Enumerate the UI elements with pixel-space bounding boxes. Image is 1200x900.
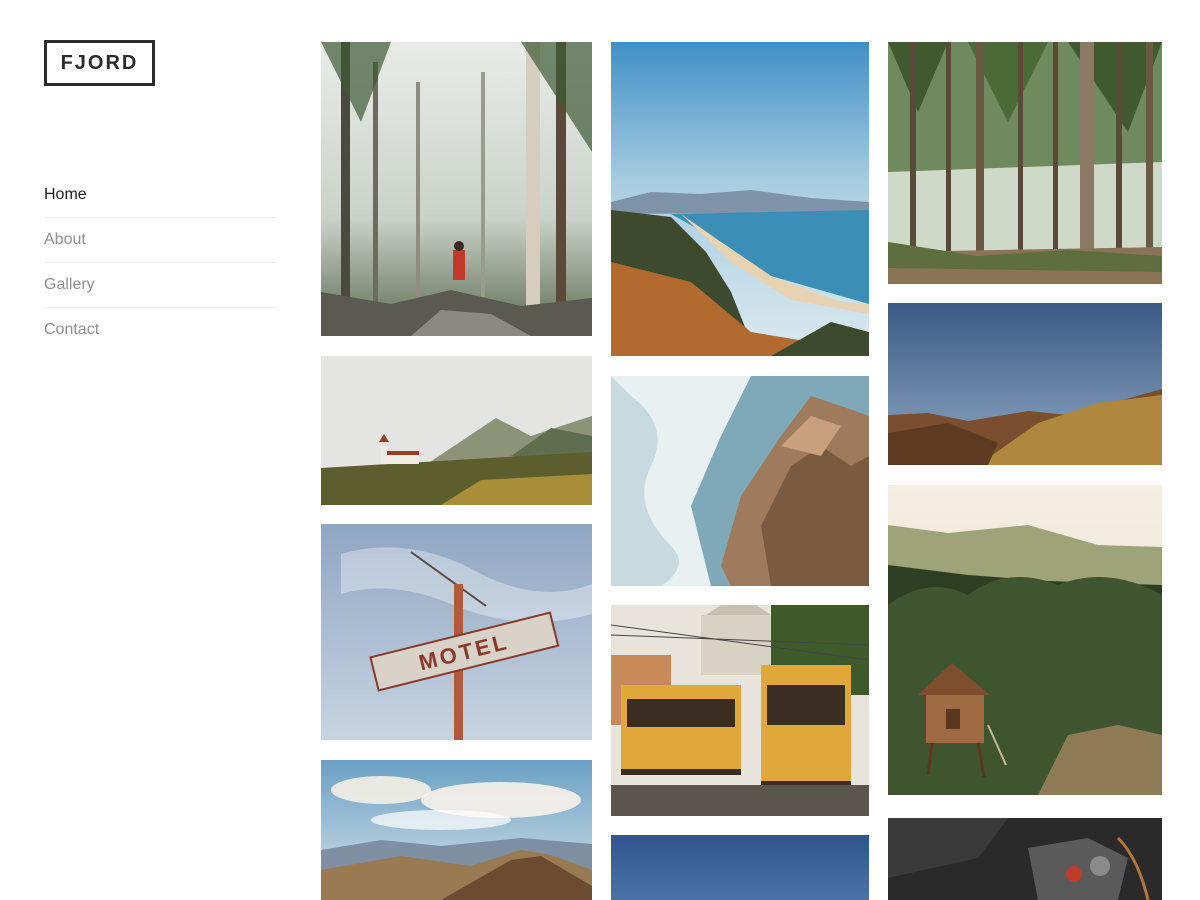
nav-item-gallery[interactable]: Gallery (44, 263, 277, 308)
gallery-photo-church-mountains[interactable] (321, 356, 592, 505)
nav-item-home[interactable]: Home (44, 173, 277, 218)
gallery-photo-mountain-range-clouds[interactable] (321, 760, 592, 900)
main-nav: Home About Gallery Contact (44, 173, 277, 352)
gallery-photo-misty-forest-hiker[interactable] (321, 42, 592, 336)
site-logo[interactable]: FJORD (44, 40, 155, 86)
gallery-photo-pine-forest[interactable] (888, 42, 1162, 284)
gallery-photo-coastal-beach-cliff[interactable] (611, 42, 869, 356)
gallery-photo-ocean-waves-rocks[interactable] (611, 376, 869, 586)
nav-item-contact[interactable]: Contact (44, 308, 277, 352)
gallery-photo-camera-closeup[interactable] (888, 818, 1162, 900)
nav-item-about[interactable]: About (44, 218, 277, 263)
gallery-photo-motel-sign[interactable]: MOTEL (321, 524, 592, 740)
gallery-photo-forest-hill-cabin[interactable] (888, 485, 1162, 795)
gallery-photo-yellow-trams[interactable] (611, 605, 869, 816)
gallery-photo-blue-sky[interactable] (611, 835, 869, 900)
gallery-photo-dry-hills-blue-sky[interactable] (888, 303, 1162, 465)
